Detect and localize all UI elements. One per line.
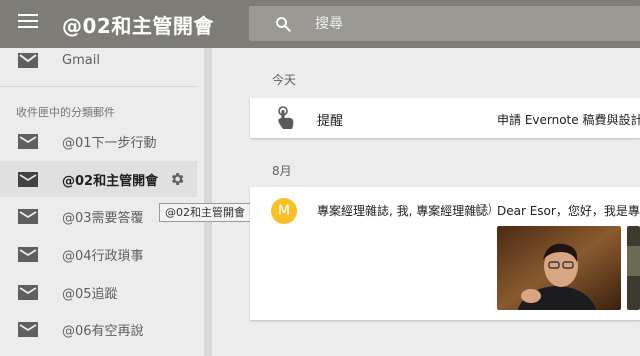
- email-thread-card[interactable]: M 專案經理雜誌, 我, 專案經理雜誌 (7) Dear Esor，您好，我是專…: [250, 187, 640, 320]
- attachment-thumbnail[interactable]: [497, 226, 621, 310]
- divider: [0, 86, 197, 87]
- page-title: @02和主管開會: [62, 14, 214, 38]
- sidebar-item-label: @04行政瑣事: [62, 248, 144, 264]
- sidebar-item-label: @03需要答覆: [62, 210, 144, 226]
- sidebar-item-follow-up[interactable]: @05追蹤: [0, 274, 197, 310]
- sidebar-item-label: Gmail: [62, 52, 100, 68]
- date-section-month: 8月: [272, 164, 292, 178]
- thread-senders: 專案經理雜誌, 我, 專案經理雜誌: [317, 204, 489, 218]
- sidebar-item-label: @02和主管開會: [62, 173, 159, 189]
- gear-icon[interactable]: [169, 171, 185, 187]
- mail-icon: [18, 247, 38, 262]
- section-title: 收件匣中的分類郵件: [16, 106, 115, 119]
- sidebar-scrollbar[interactable]: [204, 48, 212, 356]
- sidebar-item-meeting[interactable]: @02和主管開會: [0, 161, 197, 197]
- search-icon[interactable]: [274, 15, 292, 33]
- sidebar-item-label: @01下一步行動: [62, 135, 157, 151]
- attachment-thumbnail[interactable]: [627, 226, 640, 310]
- sidebar-item-admin[interactable]: @04行政瑣事: [0, 236, 197, 272]
- thread-preview: Dear Esor，您好，我是專案: [497, 204, 640, 218]
- reminder-title: 提醒: [317, 114, 344, 129]
- menu-icon[interactable]: [18, 14, 38, 32]
- tooltip: @02和主管開會: [159, 203, 251, 222]
- sidebar: Gmail 收件匣中的分類郵件 @01下一步行動 @02和主管開會 @03需要答…: [0, 48, 212, 356]
- search-bar[interactable]: [249, 6, 640, 41]
- mail-icon: [18, 209, 38, 224]
- date-section-today: 今天: [272, 73, 297, 87]
- search-input[interactable]: [315, 13, 615, 35]
- reminder-snippet: 申請 Evernote 稿費與設計費: [497, 113, 640, 127]
- mail-icon: [18, 134, 38, 149]
- avatar: M: [271, 198, 297, 224]
- thread-count: (7): [475, 202, 492, 216]
- reminder-finger-icon: [278, 106, 294, 129]
- sidebar-item-label: @05追蹤: [62, 286, 118, 302]
- reminder-card[interactable]: 提醒 申請 Evernote 稿費與設計費: [250, 98, 640, 138]
- mail-icon: [18, 172, 38, 187]
- sidebar-item-someday[interactable]: @06有空再說: [0, 311, 197, 347]
- sidebar-item-gmail[interactable]: Gmail: [0, 42, 197, 78]
- gmail-icon: [18, 53, 38, 68]
- mail-icon: [18, 322, 38, 337]
- sidebar-item-label: @06有空再說: [62, 323, 144, 339]
- sidebar-item-next-action[interactable]: @01下一步行動: [0, 123, 197, 159]
- top-app-bar: @02和主管開會: [0, 0, 640, 48]
- mail-icon: [18, 285, 38, 300]
